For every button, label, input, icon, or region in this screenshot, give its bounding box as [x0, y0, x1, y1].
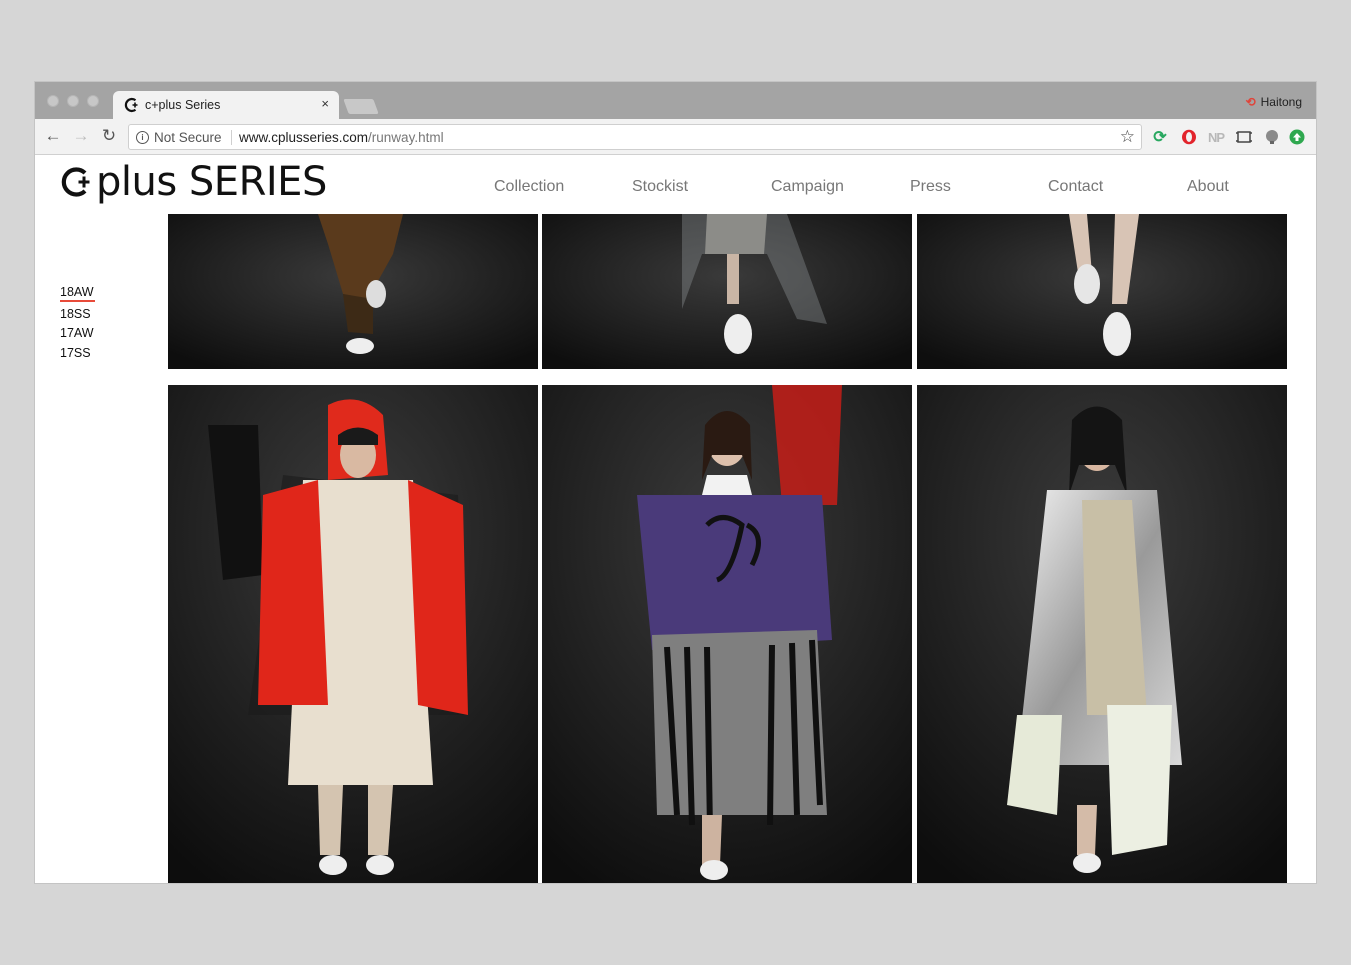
tab-close-icon[interactable]: × [321, 96, 329, 111]
window-close-button[interactable] [47, 95, 59, 107]
browser-tab-active[interactable]: c+plus Series × [113, 91, 339, 119]
profile-button[interactable]: ⟲ Haitong [1246, 95, 1302, 109]
runway-photo[interactable] [168, 385, 538, 883]
security-label[interactable]: Not Secure [154, 130, 222, 145]
profile-name: Haitong [1260, 95, 1302, 109]
forward-icon[interactable]: → [71, 126, 91, 146]
new-tab-button[interactable] [343, 99, 379, 114]
puzzle-extension-icon[interactable] [1263, 128, 1281, 146]
nav-contact[interactable]: Contact [1048, 178, 1103, 196]
tab-strip: c+plus Series × ⟲ Haitong [35, 82, 1316, 119]
np-extension-icon[interactable]: NP [1207, 128, 1225, 146]
runway-photo[interactable] [168, 214, 538, 369]
season-list: 18AW 18SS 17AW 17SS [60, 285, 95, 365]
window-maximize-button[interactable] [87, 95, 99, 107]
nav-campaign[interactable]: Campaign [771, 178, 844, 196]
info-icon[interactable]: i [136, 131, 149, 144]
window-minimize-button[interactable] [67, 95, 79, 107]
web-page: plus SERIES Collection Stockist Campaign… [35, 155, 1316, 883]
url-path: /runway.html [368, 130, 444, 145]
runway-photo[interactable] [917, 214, 1287, 369]
site-favicon-icon [124, 97, 138, 113]
nav-about[interactable]: About [1187, 178, 1229, 196]
runway-photo[interactable] [917, 385, 1287, 883]
sync-extension-icon[interactable]: ⟳ [1151, 128, 1169, 146]
url-text[interactable]: www.cplusseries.com/runway.html [239, 130, 444, 145]
logo-text: plus SERIES [96, 159, 327, 205]
reload-icon[interactable]: ↻ [99, 126, 119, 146]
address-bar[interactable]: i Not Secure www.cplusseries.com/runway.… [128, 124, 1142, 150]
nav-press[interactable]: Press [910, 178, 951, 196]
nav-collection[interactable]: Collection [494, 178, 564, 196]
season-item-17aw[interactable]: 17AW [60, 326, 95, 341]
season-item-18aw[interactable]: 18AW [60, 285, 95, 302]
upload-extension-icon[interactable] [1288, 128, 1306, 146]
bookmark-star-icon[interactable]: ☆ [1120, 127, 1135, 147]
opera-extension-icon[interactable] [1180, 128, 1198, 146]
tab-title: c+plus Series [145, 98, 221, 112]
browser-window: c+plus Series × ⟲ Haitong ← → ↻ i Not Se… [35, 82, 1316, 883]
site-logo[interactable]: plus SERIES [59, 157, 327, 207]
season-item-18ss[interactable]: 18SS [60, 307, 95, 322]
runway-photo[interactable] [542, 385, 912, 883]
logo-c-plus-icon [61, 167, 90, 197]
url-domain: www.cplusseries.com [239, 130, 369, 145]
back-icon[interactable]: ← [43, 126, 63, 146]
screen-capture-extension-icon[interactable] [1235, 128, 1253, 146]
runway-photo[interactable] [542, 214, 912, 369]
profile-sync-icon: ⟲ [1245, 95, 1256, 109]
browser-toolbar: ← → ↻ i Not Secure www.cplusseries.com/r… [35, 119, 1316, 155]
omnibox-divider [231, 130, 232, 145]
season-item-17ss[interactable]: 17SS [60, 346, 95, 361]
nav-stockist[interactable]: Stockist [632, 178, 688, 196]
